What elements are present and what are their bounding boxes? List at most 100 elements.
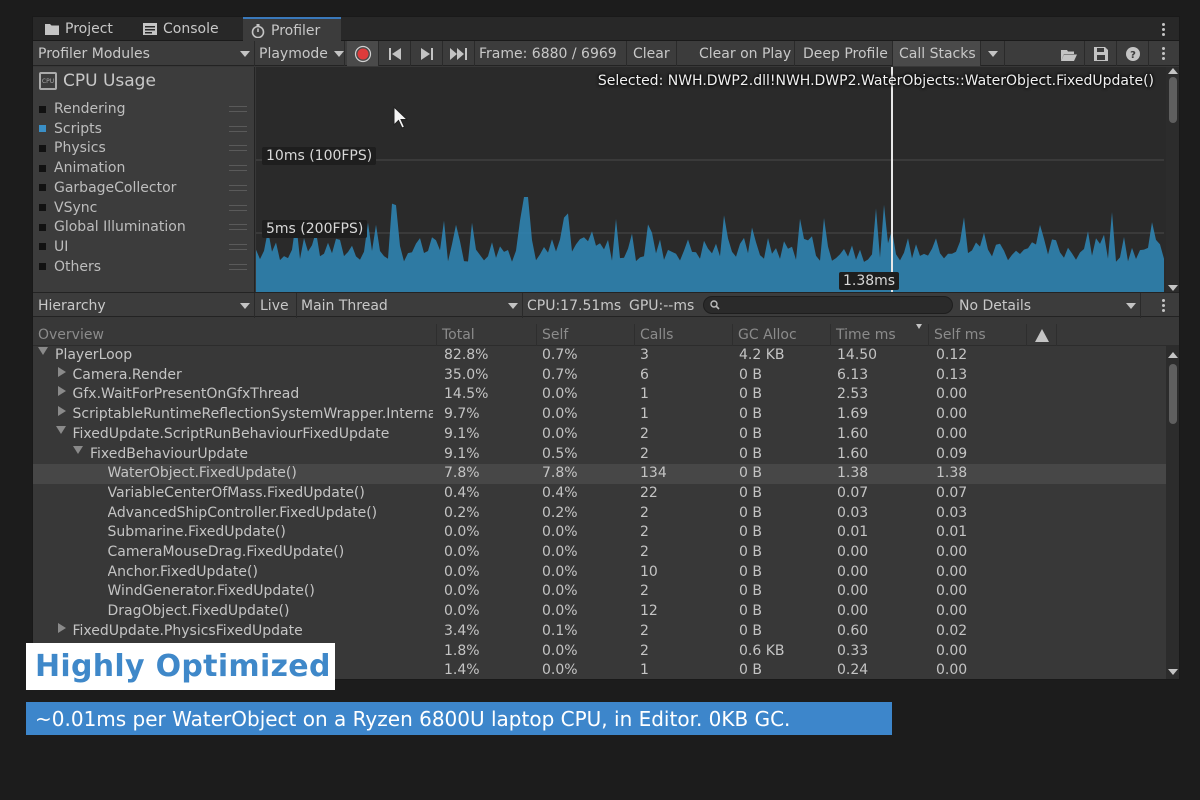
row-name: AdvancedShipController.FixedUpdate() [107, 504, 378, 521]
hierarchy-scrollbar[interactable] [1166, 346, 1179, 679]
column-self-ms[interactable]: Self ms [929, 324, 1027, 346]
tab-console[interactable]: Console [135, 17, 227, 41]
cpu-usage-graph[interactable] [256, 67, 1166, 292]
drag-handle-icon[interactable] [229, 106, 247, 112]
module-category-item[interactable]: Global Illumination [39, 217, 247, 237]
module-category-item[interactable]: Physics [39, 138, 247, 158]
drag-handle-icon[interactable] [229, 184, 247, 191]
drag-handle-icon[interactable] [229, 263, 247, 270]
column-gc-alloc[interactable]: GC Alloc [733, 324, 831, 346]
drag-handle-icon[interactable] [229, 165, 247, 172]
category-color-swatch[interactable] [39, 263, 46, 271]
gpu-time: GPU:--ms [625, 293, 703, 318]
collapse-arrow-icon[interactable] [55, 425, 66, 434]
table-row[interactable]: ScriptableRuntimeReflectionSystemWrapper… [33, 405, 1166, 425]
table-row[interactable]: Anchor.FixedUpdate() 0.0% 0.0% 10 0 B 0.00 0.0… [33, 563, 1166, 583]
module-category-item[interactable]: Animation [39, 158, 247, 178]
table-row[interactable]: WaterObject.FixedUpdate() 7.8% 7.8% 134 0 B 1… [33, 464, 1166, 485]
view-mode-dropdown[interactable]: Hierarchy [33, 293, 255, 318]
hierarchy-scrollbar-thumb[interactable] [1169, 364, 1177, 424]
category-color-swatch[interactable] [39, 105, 46, 113]
category-color-swatch[interactable] [39, 243, 46, 251]
clear-on-play-toggle[interactable]: Clear on Play [693, 41, 795, 66]
last-frame-button[interactable] [443, 41, 475, 66]
table-row[interactable]: FixedBehaviourUpdate 9.1% 0.5% 2 0 B 1.60 0.09 [33, 445, 1166, 465]
column-time-ms[interactable]: Time ms [831, 324, 929, 346]
row-calls-cell: 1 [640, 406, 649, 423]
row-total-cell: 7.8% [444, 465, 480, 482]
table-row[interactable]: CameraMouseDrag.FixedUpdate() 0.0% 0.0% 2 0 … [33, 543, 1166, 563]
call-stacks-toggle[interactable]: Call Stacks [893, 41, 981, 66]
scroll-up-icon[interactable] [1168, 68, 1178, 74]
search-input[interactable] [703, 296, 953, 314]
drag-handle-icon[interactable] [229, 125, 247, 132]
category-color-swatch[interactable] [39, 204, 46, 211]
previous-frame-button[interactable] [379, 41, 411, 66]
row-name: DragObject.FixedUpdate() [107, 603, 290, 620]
category-color-swatch[interactable] [39, 164, 46, 172]
column-overview[interactable]: Overview [33, 324, 437, 346]
table-row[interactable]: WindGenerator.FixedUpdate() 0.0% 0.0% 2 0 B 0… [33, 582, 1166, 602]
scroll-down-icon[interactable] [1168, 285, 1178, 291]
help-button[interactable]: ? [1117, 41, 1149, 66]
scroll-up-icon[interactable] [1168, 352, 1178, 358]
thread-dropdown[interactable]: Main Thread [297, 293, 523, 318]
category-color-swatch[interactable] [39, 144, 46, 152]
cpu-usage-chart[interactable]: 10ms (100FPS) 5ms (200FPS) Selected: NWH… [256, 67, 1166, 292]
table-row[interactable]: VariableCenterOfMass.FixedUpdate() 0.4% 0.… [33, 484, 1166, 504]
category-color-swatch[interactable] [39, 223, 46, 231]
collapse-arrow-icon[interactable] [38, 347, 48, 355]
deep-profile-toggle[interactable]: Deep Profile [797, 41, 893, 66]
record-button[interactable] [347, 41, 379, 66]
cpu-usage-module-title[interactable]: CPU CPU Usage [39, 71, 156, 91]
row-selfms-cell: 0.02 [936, 622, 968, 639]
tab-profiler[interactable]: Profiler [243, 17, 341, 42]
table-row[interactable]: FixedUpdate.PhysicsFixedUpdate 3.4% 0.1% 2 0… [33, 622, 1166, 642]
module-category-item[interactable]: Scripts [39, 119, 247, 139]
tab-bar: Project Console Profiler [33, 17, 1179, 42]
window-menu-icon[interactable] [1155, 21, 1171, 37]
table-row[interactable]: Camera.Render 35.0% 0.7% 6 0 B 6.13 0.13 [33, 366, 1166, 386]
drag-handle-icon[interactable] [229, 145, 247, 152]
module-category-item[interactable]: Others [39, 257, 247, 277]
table-row[interactable]: AdvancedShipController.FixedUpdate() 0.2%… [33, 504, 1166, 524]
clear-button[interactable]: Clear [627, 41, 677, 66]
next-frame-button[interactable] [411, 41, 443, 66]
table-row[interactable]: DragObject.FixedUpdate() 0.0% 0.0% 12 0 B 0.0… [33, 602, 1166, 622]
live-toggle[interactable]: Live [255, 293, 297, 318]
table-row[interactable]: Submarine.FixedUpdate() 0.0% 0.0% 2 0 B 0.01 0… [33, 523, 1166, 543]
column-self[interactable]: Self [537, 324, 635, 346]
load-button[interactable] [1053, 41, 1085, 66]
toolbar-menu-icon[interactable] [1155, 45, 1171, 61]
tab-project[interactable]: Project [37, 17, 121, 41]
module-category-item[interactable]: VSync [39, 198, 247, 218]
module-category-item[interactable]: UI [39, 237, 247, 257]
column-calls[interactable]: Calls [635, 324, 733, 346]
module-category-item[interactable]: Rendering [39, 99, 247, 119]
chart-scrollbar[interactable] [1166, 67, 1179, 292]
expand-arrow-icon[interactable] [57, 366, 66, 377]
scroll-down-icon[interactable] [1168, 669, 1178, 675]
module-category-item[interactable]: GarbageCollector [39, 178, 247, 198]
table-row[interactable]: Gfx.WaitForPresentOnGfxThread 14.5% 0.0% 1 0… [33, 385, 1166, 405]
save-button[interactable] [1085, 41, 1117, 66]
table-row[interactable]: FixedUpdate.ScriptRunBehaviourFixedUpdat… [33, 425, 1166, 445]
expand-arrow-icon[interactable] [57, 406, 66, 417]
drag-handle-icon[interactable] [229, 224, 247, 231]
hierarchy-menu-icon[interactable] [1155, 297, 1171, 313]
category-color-swatch[interactable] [39, 184, 46, 192]
details-dropdown[interactable]: No Details [955, 293, 1141, 318]
expand-arrow-icon[interactable] [57, 386, 66, 397]
drag-handle-icon[interactable] [229, 243, 247, 250]
call-stacks-dropdown[interactable] [981, 41, 1005, 66]
collapse-arrow-icon[interactable] [73, 445, 83, 454]
table-row[interactable]: PlayerLoop 82.8% 0.7% 3 4.2 KB 14.50 0.12 [33, 346, 1166, 366]
category-color-swatch[interactable] [39, 125, 46, 133]
profiler-modules-dropdown[interactable]: Profiler Modules [33, 41, 255, 66]
expand-arrow-icon[interactable] [57, 622, 66, 633]
chart-scrollbar-thumb[interactable] [1169, 77, 1177, 123]
warning-column[interactable] [1027, 324, 1057, 346]
column-total[interactable]: Total [437, 324, 537, 346]
drag-handle-icon[interactable] [229, 204, 247, 211]
playmode-dropdown[interactable]: Playmode [255, 41, 345, 66]
